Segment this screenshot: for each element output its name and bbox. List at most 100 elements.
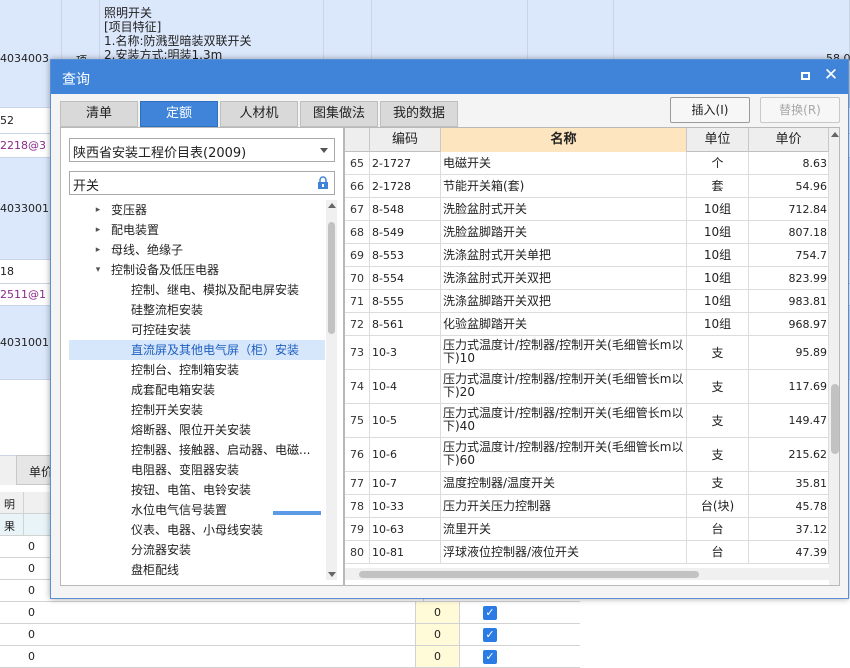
row-code: 2511@1 — [0, 288, 46, 301]
grid-row[interactable]: 72 8-561 化验盆脚踏开关 10组 968.97 — [345, 313, 829, 336]
catalog-select[interactable]: 陕西省安装工程价目表(2009) — [69, 138, 335, 162]
col-name[interactable]: 名称 — [441, 128, 687, 152]
tree-item[interactable]: 控制台、控制箱安装 — [69, 360, 325, 380]
cell-code: 2-1727 — [370, 152, 441, 174]
dialog-titlebar[interactable]: 查询 ✕ — [51, 60, 848, 94]
tree-item[interactable]: 直流屏及其他电气屏（柜）安装 — [69, 340, 325, 360]
expand-right-icon[interactable]: ▸ — [93, 200, 103, 220]
quota-grid: 编码 名称 单位 单价 65 2-1727 电磁开关个 8.63 66 2-1728 节能开… — [344, 127, 840, 586]
grid-row[interactable]: 78 10-33 压力开关压力控制器 台(块) 45.78 — [345, 495, 829, 518]
row-code: 18 — [0, 265, 14, 278]
col-code[interactable]: 编码 — [370, 128, 441, 152]
tree-item[interactable]: ▾ 控制设备及低压电器 — [69, 260, 325, 280]
maximize-icon[interactable] — [798, 68, 814, 84]
expand-down-icon[interactable]: ▾ — [93, 260, 103, 280]
cell-name: 洗脸盆肘式开关 — [441, 198, 687, 220]
tab-atlas[interactable]: 图集做法 — [300, 101, 378, 127]
search-input[interactable]: 开关 — [69, 171, 335, 195]
scroll-thumb[interactable] — [831, 384, 839, 454]
tree-item[interactable]: 电阻器、变阻器安装 — [69, 460, 325, 480]
cell-price: 35.81 — [749, 472, 829, 494]
expand-right-icon[interactable]: ▸ — [93, 220, 103, 240]
checkbox-checked[interactable]: ✓ — [483, 606, 497, 620]
grid-header: 编码 名称 单位 单价 — [345, 128, 839, 152]
table-row[interactable]: 0 0 ✓ — [0, 646, 580, 668]
tree-item[interactable]: 水位电气信号装置 — [69, 500, 325, 520]
tab-quota[interactable]: 定额 — [140, 101, 218, 127]
tree-scrollbar[interactable] — [326, 200, 337, 580]
scroll-thumb[interactable] — [359, 571, 699, 578]
scroll-up-icon[interactable] — [831, 132, 839, 137]
tree-item[interactable]: 分流器安装 — [69, 540, 325, 560]
scroll-thumb[interactable] — [328, 222, 335, 334]
checkbox-checked[interactable]: ✓ — [483, 628, 497, 642]
cell-price: 149.47 — [749, 404, 829, 437]
grid-row[interactable]: 74 10-4 压力式温度计/控制器/控制开关(毛细管长m以下)20 支 117.69 — [345, 370, 829, 404]
search-lock-icon[interactable] — [316, 176, 330, 190]
tab-my-data[interactable]: 我的数据 — [380, 101, 458, 127]
grid-row[interactable]: 73 10-3 压力式温度计/控制器/控制开关(毛细管长m以下)10 支 95.89 — [345, 336, 829, 370]
tab-labor-material[interactable]: 人材机 — [220, 101, 298, 127]
grid-row[interactable]: 65 2-1727 电磁开关个 8.63 — [345, 152, 829, 175]
table-row[interactable]: 0 0 ✓ — [0, 602, 580, 624]
grid-row[interactable]: 76 10-6 压力式温度计/控制器/控制开关(毛细管长m以下)60 支 215.62 — [345, 438, 829, 472]
row-code: 4033001 — [0, 202, 49, 215]
table-row[interactable]: 0 0 ✓ — [0, 624, 580, 646]
insert-button[interactable]: 插入(I) — [670, 97, 750, 123]
grid-row[interactable]: 69 8-553 洗涤盆肘式开关单把 10组 754.7 — [345, 244, 829, 267]
tree-item[interactable]: ▸ 配电装置 — [69, 220, 325, 240]
cell-price: 215.62 — [749, 438, 829, 471]
tree-item-label: 成套配电箱安装 — [131, 383, 216, 397]
cell-code: 10-3 — [370, 336, 441, 369]
grid-hscrollbar[interactable] — [345, 568, 829, 580]
cell-name: 压力式温度计/控制器/控制开关(毛细管长m以下)20 — [441, 370, 687, 403]
grid-row[interactable]: 75 10-5 压力式温度计/控制器/控制开关(毛细管长m以下)40 支 149.47 — [345, 404, 829, 438]
expand-right-icon[interactable]: ▸ — [93, 240, 103, 260]
grid-row[interactable]: 66 2-1728 节能开关箱(套) 套 54.96 — [345, 175, 829, 198]
cell-price: 712.84 — [749, 198, 829, 220]
query-dialog: 查询 ✕ 清单 定额 人材机 图集做法 我的数据 插入(I) 替换(R) 陕西省… — [50, 59, 849, 599]
tree-item[interactable]: ▸ 母线、绝缘子 — [69, 240, 325, 260]
tree-item[interactable]: 控制开关安装 — [69, 400, 325, 420]
cell-price: 823.99 — [749, 267, 829, 289]
tree-item[interactable]: 熔断器、限位开关安装 — [69, 420, 325, 440]
checkbox-checked[interactable]: ✓ — [483, 650, 497, 664]
col-price[interactable]: 单价 — [749, 128, 829, 152]
tree-item[interactable]: 控制、继电、模拟及配电屏安装 — [69, 280, 325, 300]
close-icon[interactable]: ✕ — [822, 65, 840, 85]
scroll-down-icon[interactable] — [328, 572, 336, 577]
tree-item[interactable]: 成套配电箱安装 — [69, 380, 325, 400]
cell-unit: 10组 — [687, 313, 749, 335]
grid-row[interactable]: 77 10-7 温度控制器/温度开关支 35.81 — [345, 472, 829, 495]
grid-row[interactable]: 79 10-63 流里开关台 37.12 — [345, 518, 829, 541]
tree-item[interactable]: 按钮、电笛、电铃安装 — [69, 480, 325, 500]
tree-item[interactable]: 硅整流柜安装 — [69, 300, 325, 320]
col-unit[interactable]: 单位 — [687, 128, 749, 152]
replace-button[interactable]: 替换(R) — [760, 97, 840, 123]
tree-item[interactable]: ▸ 变压器 — [69, 200, 325, 220]
grid-row[interactable]: 68 8-549 洗脸盆脚踏开关 10组 807.18 — [345, 221, 829, 244]
tree-item[interactable]: 控制器、接触器、启动器、电磁... — [69, 440, 325, 460]
tree-item[interactable]: 仪表、电器、小母线安装 — [69, 520, 325, 540]
scroll-up-icon[interactable] — [328, 203, 336, 208]
grid-row[interactable]: 67 8-548 洗脸盆肘式开关 10组 712.84 — [345, 198, 829, 221]
tree-item-label: 电阻器、变阻器安装 — [131, 463, 240, 477]
grid-vscrollbar[interactable] — [829, 128, 839, 585]
dialog-title: 查询 — [62, 72, 90, 88]
cell-price: 983.81 — [749, 290, 829, 312]
tree-item[interactable]: 盘柜配线 — [69, 560, 325, 578]
chevron-down-icon[interactable] — [320, 148, 328, 153]
catalog-select-value: 陕西省安装工程价目表(2009) — [73, 146, 247, 161]
grid-row[interactable]: 70 8-554 洗涤盆肘式开关双把 10组 823.99 — [345, 267, 829, 290]
cell-name: 流里开关 — [441, 518, 687, 540]
search-value: 开关 — [73, 179, 100, 194]
cell-name: 洗脸盆脚踏开关 — [441, 221, 687, 243]
splitter-handle[interactable] — [273, 511, 321, 515]
cell-no: 70 — [345, 267, 370, 289]
grid-row[interactable]: 71 8-555 洗涤盆脚踏开关双把 10组 983.81 — [345, 290, 829, 313]
tree-item-label: 可控硅安装 — [131, 323, 192, 337]
cell-unit: 支 — [687, 438, 749, 471]
grid-row[interactable]: 80 10-81 浮球液位控制器/液位开关台 47.39 — [345, 541, 829, 564]
tree-item[interactable]: 可控硅安装 — [69, 320, 325, 340]
tab-bill[interactable]: 清单 — [60, 101, 138, 127]
